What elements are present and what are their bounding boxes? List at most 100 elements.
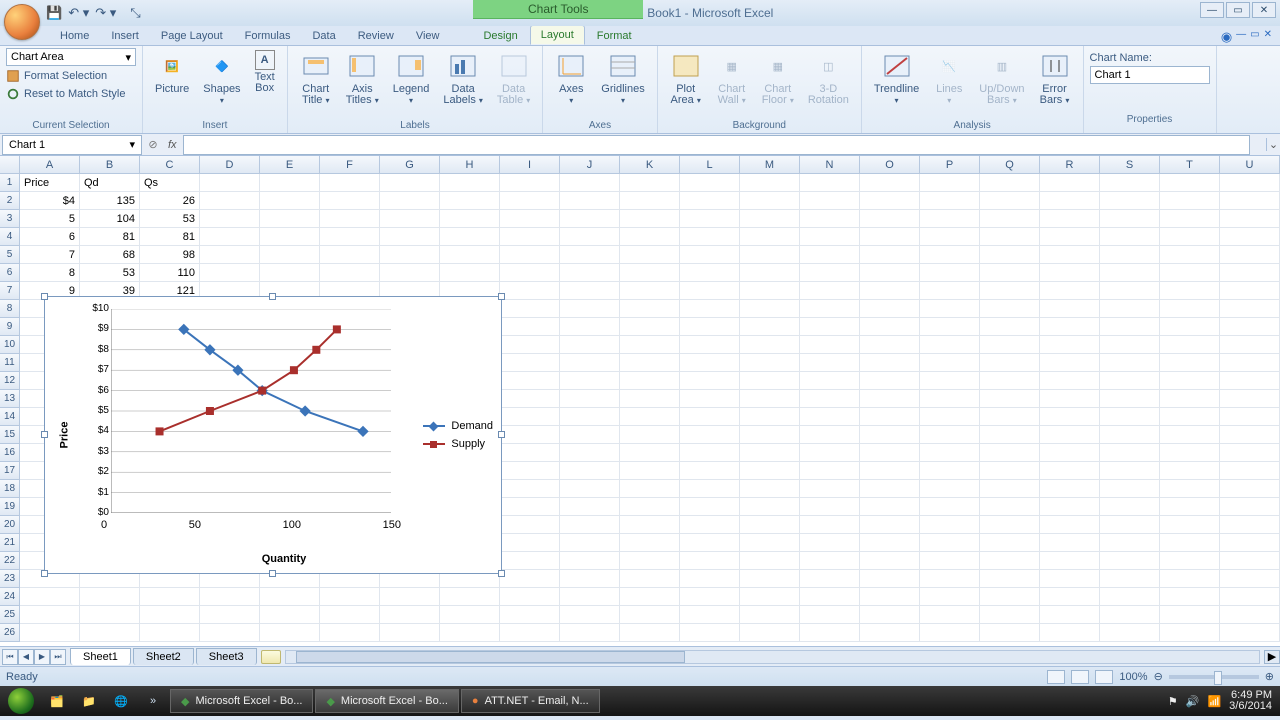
cell[interactable] bbox=[260, 210, 320, 228]
sheet-nav-last[interactable]: ⏭ bbox=[50, 649, 66, 665]
cell[interactable] bbox=[1100, 354, 1160, 372]
spreadsheet-grid[interactable]: ABCDEFGHIJKLMNOPQRSTU 123456789101112131… bbox=[0, 156, 1280, 646]
cell[interactable] bbox=[560, 300, 620, 318]
cell[interactable] bbox=[1040, 318, 1100, 336]
redo-icon[interactable]: ↷ ▾ bbox=[95, 5, 116, 21]
cell[interactable] bbox=[1100, 444, 1160, 462]
cell[interactable] bbox=[800, 354, 860, 372]
sheet-nav-first[interactable]: ⏮ bbox=[2, 649, 18, 665]
explorer-icon[interactable]: 🗂️ bbox=[42, 689, 72, 713]
cell[interactable] bbox=[920, 372, 980, 390]
col-header[interactable]: L bbox=[680, 156, 740, 174]
cell[interactable] bbox=[1220, 300, 1280, 318]
cell[interactable] bbox=[500, 588, 560, 606]
cell[interactable] bbox=[860, 336, 920, 354]
cell[interactable] bbox=[980, 282, 1040, 300]
cell[interactable] bbox=[1220, 588, 1280, 606]
cell[interactable] bbox=[860, 570, 920, 588]
row-header[interactable]: 8 bbox=[0, 300, 20, 318]
cell[interactable] bbox=[620, 570, 680, 588]
cell[interactable] bbox=[1040, 570, 1100, 588]
view-layout-icon[interactable] bbox=[1071, 670, 1089, 684]
cell[interactable] bbox=[1220, 624, 1280, 642]
cell[interactable] bbox=[800, 426, 860, 444]
cell[interactable] bbox=[980, 516, 1040, 534]
cell[interactable] bbox=[140, 588, 200, 606]
cell[interactable] bbox=[860, 498, 920, 516]
cell[interactable] bbox=[620, 300, 680, 318]
cell[interactable] bbox=[920, 210, 980, 228]
cell[interactable] bbox=[440, 264, 500, 282]
cell[interactable] bbox=[920, 408, 980, 426]
shapes-button[interactable]: 🔷Shapes bbox=[197, 48, 246, 108]
row-header[interactable]: 21 bbox=[0, 534, 20, 552]
col-header[interactable]: S bbox=[1100, 156, 1160, 174]
col-header[interactable]: P bbox=[920, 156, 980, 174]
cell[interactable] bbox=[560, 462, 620, 480]
resize-handle[interactable] bbox=[498, 431, 505, 438]
cell[interactable] bbox=[1040, 390, 1100, 408]
cell[interactable] bbox=[980, 210, 1040, 228]
cell[interactable] bbox=[1160, 390, 1220, 408]
qat-customize-icon[interactable]: ⤡ bbox=[130, 5, 140, 21]
cell[interactable] bbox=[1220, 282, 1280, 300]
cell[interactable] bbox=[920, 174, 980, 192]
plot-area[interactable] bbox=[111, 309, 391, 513]
cell[interactable] bbox=[560, 372, 620, 390]
cell[interactable] bbox=[740, 192, 800, 210]
tab-data[interactable]: Data bbox=[302, 27, 345, 45]
cell[interactable] bbox=[1160, 480, 1220, 498]
row-header[interactable]: 20 bbox=[0, 516, 20, 534]
cell[interactable] bbox=[1040, 246, 1100, 264]
cell[interactable] bbox=[1100, 462, 1160, 480]
cell[interactable] bbox=[200, 228, 260, 246]
cell[interactable] bbox=[1220, 552, 1280, 570]
cell[interactable] bbox=[200, 174, 260, 192]
cell[interactable] bbox=[980, 336, 1040, 354]
maximize-button[interactable]: ▭ bbox=[1226, 2, 1250, 18]
cell[interactable] bbox=[1040, 534, 1100, 552]
cell[interactable] bbox=[560, 480, 620, 498]
cell[interactable] bbox=[680, 516, 740, 534]
cell[interactable] bbox=[920, 390, 980, 408]
cell[interactable] bbox=[740, 336, 800, 354]
cell[interactable] bbox=[1040, 480, 1100, 498]
cell[interactable] bbox=[1100, 246, 1160, 264]
gridlines-button[interactable]: Gridlines bbox=[595, 48, 650, 108]
cell[interactable] bbox=[680, 174, 740, 192]
expand-formula-icon[interactable]: ⌄ bbox=[1266, 138, 1280, 151]
cell[interactable] bbox=[620, 480, 680, 498]
cell[interactable] bbox=[620, 192, 680, 210]
zoom-out-icon[interactable]: ⊖ bbox=[1154, 670, 1163, 683]
cell[interactable] bbox=[800, 552, 860, 570]
cell[interactable] bbox=[500, 282, 560, 300]
cell[interactable] bbox=[500, 174, 560, 192]
cell[interactable] bbox=[980, 390, 1040, 408]
cell[interactable] bbox=[1040, 192, 1100, 210]
cell[interactable] bbox=[440, 588, 500, 606]
cell[interactable] bbox=[1220, 336, 1280, 354]
cell[interactable] bbox=[560, 192, 620, 210]
axis-titles-button[interactable]: Axis Titles bbox=[340, 48, 385, 108]
cell[interactable] bbox=[500, 606, 560, 624]
cell[interactable] bbox=[680, 246, 740, 264]
cell[interactable] bbox=[620, 174, 680, 192]
cell[interactable] bbox=[860, 372, 920, 390]
cell[interactable] bbox=[740, 408, 800, 426]
cell[interactable] bbox=[380, 192, 440, 210]
cell[interactable] bbox=[800, 300, 860, 318]
cell[interactable] bbox=[680, 210, 740, 228]
cell[interactable] bbox=[500, 372, 560, 390]
cell[interactable] bbox=[1160, 300, 1220, 318]
cell[interactable] bbox=[260, 174, 320, 192]
cell[interactable] bbox=[920, 300, 980, 318]
cell[interactable] bbox=[980, 570, 1040, 588]
row-header[interactable]: 1 bbox=[0, 174, 20, 192]
row-header[interactable]: 22 bbox=[0, 552, 20, 570]
cell[interactable] bbox=[200, 606, 260, 624]
cell[interactable] bbox=[980, 480, 1040, 498]
cell[interactable] bbox=[680, 318, 740, 336]
cell[interactable] bbox=[800, 516, 860, 534]
cell[interactable] bbox=[260, 264, 320, 282]
tab-design[interactable]: Design bbox=[473, 27, 527, 45]
